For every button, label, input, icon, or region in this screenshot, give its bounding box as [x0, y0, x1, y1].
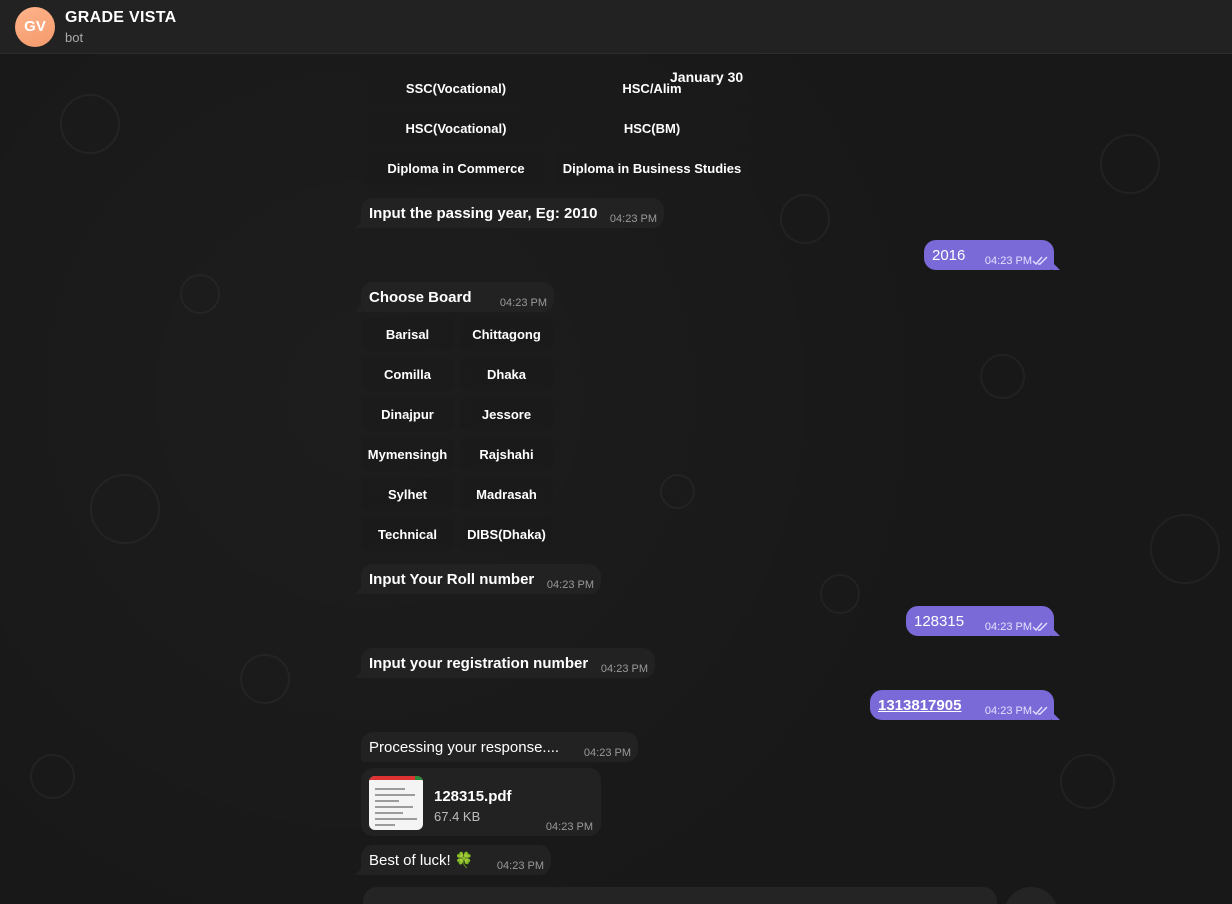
header-info[interactable]: GRADE VISTA bot [65, 9, 176, 45]
message-time: 04:23 PM [600, 663, 648, 675]
avatar[interactable]: GV [15, 6, 55, 47]
keyboard-button-dhaka[interactable]: Dhaka [460, 357, 553, 391]
chat-title: GRADE VISTA [65, 8, 177, 26]
keyboard-button-technical[interactable]: Technical [361, 517, 454, 551]
double-check-icon [1032, 706, 1048, 716]
keyboard-button-jessore[interactable]: Jessore [460, 397, 553, 431]
file-name[interactable]: 128315.pdf [434, 788, 512, 805]
message-input[interactable] [363, 887, 997, 904]
message-outgoing: 2016 04:23 PM [924, 240, 1060, 270]
message-time: 04:23 PM [984, 621, 1032, 633]
message-text: Input the passing year, Eg: 2010 [369, 204, 598, 222]
keyboard-button-barisal[interactable]: Barisal [361, 317, 454, 351]
message-time: 04:23 PM [984, 255, 1032, 267]
double-check-icon [1032, 256, 1048, 266]
message-time: 04:23 PM [984, 705, 1032, 717]
keyboard-button-diploma-commerce[interactable]: Diploma in Commerce [361, 151, 551, 185]
message-incoming: Input the passing year, Eg: 2010 04:23 P… [355, 198, 664, 228]
message-text: 2016 [932, 246, 966, 264]
file-message[interactable]: 128315.pdf 67.4 KB 04:23 PM [361, 768, 601, 836]
keyboard-button-hsc-bm[interactable]: HSC(BM) [557, 111, 747, 145]
pdf-thumbnail-icon[interactable] [369, 776, 423, 830]
keyboard-button-rajshahi[interactable]: Rajshahi [460, 437, 553, 471]
message-incoming: Best of luck! 🍀 04:23 PM [355, 845, 551, 875]
keyboard-button-comilla[interactable]: Comilla [361, 357, 454, 391]
message-text: 128315 [914, 612, 965, 630]
keyboard-button-hsc-vocational[interactable]: HSC(Vocational) [361, 111, 551, 145]
message-text: Input Your Roll number [369, 570, 535, 588]
keyboard-button-diploma-business[interactable]: Diploma in Business Studies [557, 151, 747, 185]
message-time: 04:23 PM [545, 821, 593, 833]
message-time: 04:23 PM [546, 579, 594, 591]
keyboard-button-dibs-dhaka[interactable]: DIBS(Dhaka) [460, 517, 553, 551]
message-text: Best of luck! 🍀 [369, 852, 474, 869]
phone-number-link[interactable]: 1313817905 [878, 697, 961, 714]
double-check-icon [1032, 622, 1048, 632]
date-chip: January 30 [670, 69, 744, 85]
keyboard-button-ssc-vocational[interactable]: SSC(Vocational) [361, 71, 551, 105]
message-text: Choose Board [369, 288, 472, 306]
keyboard-button-madrasah[interactable]: Madrasah [460, 477, 553, 511]
message-time: 04:23 PM [496, 860, 544, 872]
keyboard-button-chittagong[interactable]: Chittagong [460, 317, 553, 351]
message-incoming: Processing your response.... 04:23 PM [361, 732, 638, 762]
message-text: Processing your response.... [369, 738, 560, 756]
message-incoming: Choose Board 04:23 PM [355, 282, 554, 312]
message-time: 04:23 PM [609, 213, 657, 225]
chat-subtitle: bot [65, 29, 84, 45]
keyboard-button-sylhet[interactable]: Sylhet [361, 477, 454, 511]
message-text: Input your registration number [369, 654, 589, 672]
message-time: 04:23 PM [583, 747, 631, 759]
keyboard-button-mymensingh[interactable]: Mymensingh [361, 437, 454, 471]
message-outgoing: 1313817905 04:23 PM [870, 690, 1060, 720]
chat-header[interactable]: GV GRADE VISTA bot [0, 0, 1232, 54]
message-incoming: Input Your Roll number 04:23 PM [355, 564, 601, 594]
message-outgoing: 128315 04:23 PM [906, 606, 1060, 636]
keyboard-button-dinajpur[interactable]: Dinajpur [361, 397, 454, 431]
message-incoming: Input your registration number 04:23 PM [355, 648, 655, 678]
message-time: 04:23 PM [499, 297, 547, 309]
file-size: 67.4 KB [434, 809, 481, 824]
